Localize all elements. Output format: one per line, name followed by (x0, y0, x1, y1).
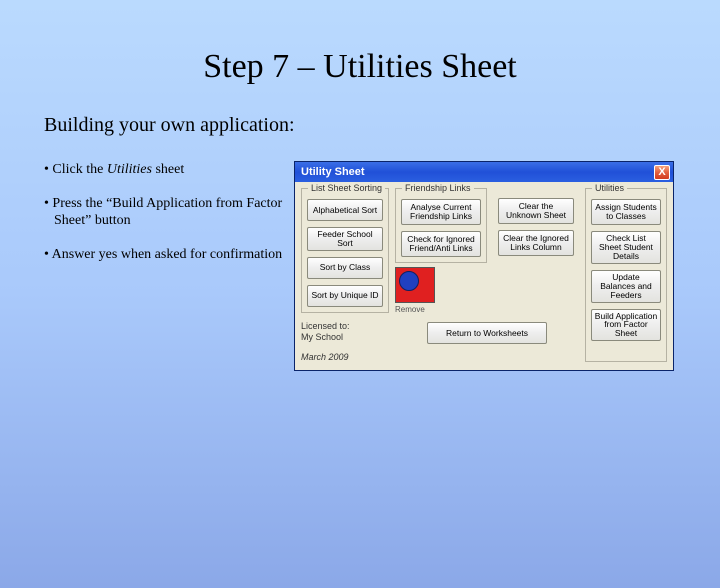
group-clear: Clear the Unknown Sheet Clear the Ignore… (493, 188, 579, 263)
color-swatch (395, 267, 435, 303)
feeder-sort-button[interactable]: Feeder School Sort (307, 227, 383, 251)
return-button[interactable]: Return to Worksheets (427, 322, 547, 344)
subtitle: Building your own application: (44, 114, 720, 137)
analyse-links-button[interactable]: Analyse Current Friendship Links (401, 199, 481, 225)
checklist-button[interactable]: Check List Sheet Student Details (591, 231, 661, 264)
group-sorting-legend: List Sheet Sorting (308, 183, 385, 193)
alpha-sort-button[interactable]: Alphabetical Sort (307, 199, 383, 221)
utility-sheet-window: Utility Sheet X List Sheet Sorting Alpha… (294, 161, 674, 371)
bullet-list: • Click the Utilities sheet • Press the … (44, 161, 294, 279)
date-label: March 2009 (301, 352, 389, 362)
check-ignored-button[interactable]: Check for Ignored Friend/Anti Links (401, 231, 481, 257)
build-button[interactable]: Build Application from Factor Sheet (591, 309, 661, 342)
license-value: My School (301, 332, 389, 342)
group-utilities: Utilities Assign Students to Classes Che… (585, 188, 667, 362)
bullet-1-post: sheet (152, 162, 184, 177)
group-links-legend: Friendship Links (402, 183, 474, 193)
group-utilities-legend: Utilities (592, 183, 627, 193)
assign-button[interactable]: Assign Students to Classes (591, 199, 661, 225)
update-button[interactable]: Update Balances and Feeders (591, 270, 661, 303)
slide-title: Step 7 – Utilities Sheet (0, 48, 720, 86)
unique-sort-button[interactable]: Sort by Unique ID (307, 285, 383, 307)
window-titlebar: Utility Sheet X (295, 162, 673, 182)
clear-unknown-button[interactable]: Clear the Unknown Sheet (498, 198, 574, 224)
swatch-label: Remove (395, 305, 435, 314)
bullet-1-pre: • Click the (44, 162, 107, 177)
bullet-3: • Answer yes when asked for confirmation (44, 246, 294, 264)
group-sorting: List Sheet Sorting Alphabetical Sort Fee… (301, 188, 389, 313)
bullet-1: • Click the Utilities sheet (44, 161, 294, 179)
window-title: Utility Sheet (301, 166, 365, 178)
license-label: Licensed to: (301, 321, 389, 331)
group-links: Friendship Links Analyse Current Friends… (395, 188, 487, 263)
clear-ignored-button[interactable]: Clear the Ignored Links Column (498, 230, 574, 256)
bullet-2: • Press the “Build Application from Fact… (44, 195, 294, 230)
bullet-1-em: Utilities (107, 162, 152, 177)
close-icon[interactable]: X (654, 165, 670, 180)
circle-icon (399, 271, 419, 291)
class-sort-button[interactable]: Sort by Class (307, 257, 383, 279)
